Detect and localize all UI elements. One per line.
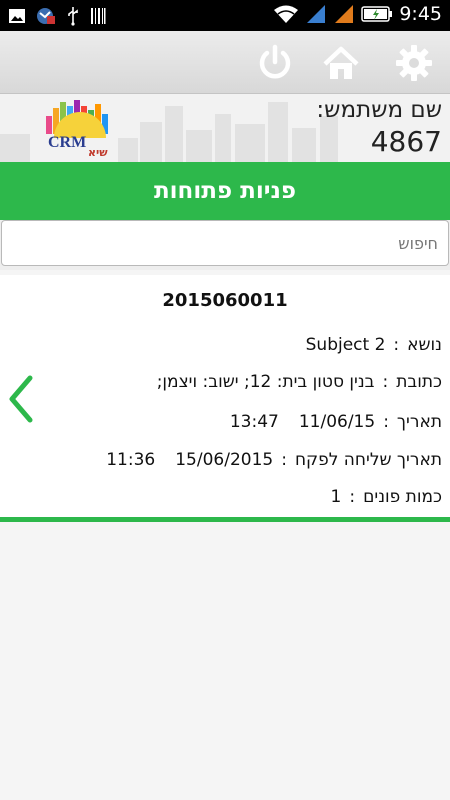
signal-icon [307,5,326,23]
page-title: פניות פתוחות [0,162,450,220]
svg-text:שיא: שיא [88,146,108,158]
status-bar: 9:45 [0,0,450,31]
subject-label: נושא [407,335,442,355]
address-row: כתובת:בנין סטון בית: 12; ישוב: ויצמן; [156,372,442,392]
send-date-row: תאריך שליחה לפקח:15/06/201511:36 [106,450,442,470]
count-row: כמות פונים:1 [330,487,442,507]
chevron-left-icon[interactable] [6,374,36,424]
barcode-icon [91,8,106,24]
date-label: תאריך [396,412,442,432]
time-value: 13:47 [229,412,279,432]
count-label: כמות פונים [363,487,442,507]
subject-row: נושא:Subject 2 [305,335,442,355]
search-input[interactable] [1,220,449,266]
username-label: שם משתמש: [316,97,442,123]
count-value: 1 [330,487,342,507]
status-time: 9:45 [399,3,442,25]
action-bar [0,31,450,94]
crm-logo: CRM שיא [46,100,108,158]
address-value: בנין סטון בית: 12; ישוב: ויצמן; [156,372,375,392]
send-time-value: 11:36 [106,450,156,470]
image-icon [9,9,25,23]
user-header: CRM שיא שם משתמש: 4867 [0,94,450,162]
request-id: 2015060011 [162,290,288,311]
date-value: 11/06/15 [298,412,376,432]
subject-value: Subject 2 [305,335,386,355]
empty-list-area [0,522,450,800]
send-date-value: 15/06/2015 [175,450,274,470]
battery-charging-icon [361,6,393,22]
send-date-label: תאריך שליחה לפקח [294,450,442,470]
wifi-icon [274,5,299,23]
home-icon[interactable] [322,44,360,82]
request-card[interactable]: 2015060011 נושא:Subject 2 כתובת:בנין סטו… [0,275,450,520]
date-row: תאריך:11/06/1513:47 [229,412,442,432]
notification-icon [37,8,55,24]
signal-icon-2 [335,5,354,23]
username-value: 4867 [370,125,442,158]
svg-text:CRM: CRM [48,134,86,151]
search-container [0,220,450,270]
usb-icon [68,7,78,26]
gear-icon[interactable] [395,44,433,82]
address-label: כתובת [396,372,442,392]
power-icon[interactable] [256,44,294,82]
